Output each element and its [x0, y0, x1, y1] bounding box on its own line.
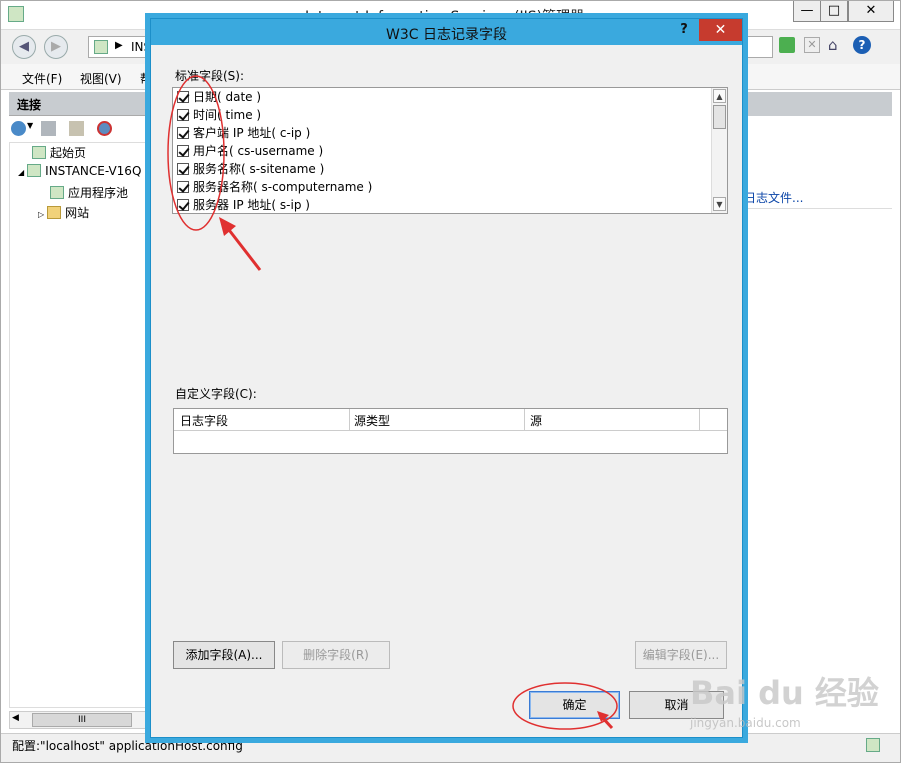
list-vertical-scrollbar[interactable]: ▲ ▼	[711, 88, 727, 213]
checkbox[interactable]	[177, 181, 189, 193]
tree-item-label: INSTANCE-V16Q	[45, 164, 142, 178]
field-checkbox-cs-username[interactable]: 用户名( cs-username )	[177, 142, 323, 160]
custom-table-header: 日志字段 源类型 源	[174, 409, 727, 431]
field-label: 客户端 IP 地址( c-ip )	[193, 126, 311, 140]
column-header-source-type[interactable]: 源类型	[354, 412, 390, 429]
stop-icon[interactable]: ✕	[804, 37, 820, 53]
field-checkbox-time[interactable]: 时间( time )	[177, 106, 261, 124]
tree-item-sites[interactable]: ▷ 网站	[38, 204, 89, 221]
status-server-icon	[866, 738, 880, 752]
field-checkbox-s-sitename[interactable]: 服务名称( s-sitename )	[177, 160, 324, 178]
standard-fields-list[interactable]: 日期( date ) 时间( time ) 客户端 IP 地址( c-ip ) …	[172, 87, 728, 214]
main-close-button[interactable]: ✕	[848, 0, 894, 22]
field-label: 服务器名称( s-computername )	[193, 180, 373, 194]
folder-icon	[47, 206, 62, 219]
scroll-left-icon[interactable]: ◀	[12, 713, 19, 723]
field-label: 时间( time )	[193, 108, 262, 122]
field-checkbox-s-ip[interactable]: 服务器 IP 地址( s-ip )	[177, 196, 310, 213]
column-divider	[524, 409, 525, 431]
tree-item-start-page[interactable]: 起始页	[32, 144, 86, 161]
column-divider	[699, 409, 700, 431]
help-icon[interactable]: ?	[853, 36, 871, 54]
edit-field-button[interactable]: 编辑字段(E)...	[635, 641, 727, 669]
field-label: 服务器 IP 地址( s-ip )	[193, 198, 310, 212]
divider	[744, 208, 892, 209]
horizontal-scrollbar[interactable]: ◀ III	[9, 711, 154, 729]
back-button[interactable]: ◀	[12, 35, 36, 59]
disconnect-icon[interactable]	[97, 121, 112, 136]
server-icon	[94, 40, 108, 54]
custom-fields-table[interactable]: 日志字段 源类型 源	[173, 408, 728, 454]
home-icon[interactable]: ⌂	[828, 36, 838, 54]
checkbox[interactable]	[177, 163, 189, 175]
baidu-watermark: Bai du 经验	[690, 674, 879, 712]
tree-item-label: 应用程序池	[68, 186, 129, 200]
start-page-icon	[32, 146, 46, 159]
checkbox[interactable]	[177, 145, 189, 157]
tree-item-server[interactable]: ◢ INSTANCE-V16Q	[18, 164, 141, 178]
connections-toolbar: ▼	[9, 118, 154, 140]
minimize-button[interactable]: —	[793, 0, 821, 22]
menu-file[interactable]: 文件(F)	[22, 70, 62, 87]
actions-header	[740, 92, 892, 116]
connections-header: 连接	[9, 92, 154, 116]
dialog-close-button[interactable]: ✕	[699, 19, 742, 41]
column-divider	[349, 409, 350, 431]
breadcrumb-arrow-icon: ▶	[115, 40, 123, 51]
checkbox[interactable]	[177, 91, 189, 103]
checkbox[interactable]	[177, 109, 189, 121]
checkbox[interactable]	[177, 127, 189, 139]
dialog-title-bar: W3C 日志记录字段 ? ✕	[151, 19, 742, 45]
add-field-button[interactable]: 添加字段(A)...	[173, 641, 275, 669]
expanded-arrow-icon[interactable]: ◢	[18, 168, 24, 177]
field-checkbox-s-computername[interactable]: 服务器名称( s-computername )	[177, 178, 372, 196]
tree-item-label: 网站	[65, 206, 90, 220]
status-text: 配置:"localhost" applicationHost.config	[12, 739, 243, 753]
connect-icon[interactable]	[11, 121, 26, 136]
log-file-link[interactable]: 日志文件...	[744, 189, 803, 206]
forward-button[interactable]: ▶	[44, 35, 68, 59]
ok-button[interactable]: 确定	[529, 691, 620, 719]
field-label: 日期( date )	[193, 90, 262, 104]
dialog-title: W3C 日志记录字段	[386, 27, 507, 43]
column-header-source[interactable]: 源	[530, 412, 542, 429]
field-checkbox-date[interactable]: 日期( date )	[177, 88, 261, 106]
column-header-log-field[interactable]: 日志字段	[180, 412, 228, 429]
refresh-icon[interactable]	[779, 37, 795, 53]
field-checkbox-c-ip[interactable]: 客户端 IP 地址( c-ip )	[177, 124, 310, 142]
tree-item-app-pools[interactable]: 应用程序池	[50, 184, 128, 201]
maximize-button[interactable]: □	[820, 0, 848, 22]
watermark-url: jingyan.baidu.com	[690, 716, 801, 730]
dropdown-arrow-icon[interactable]: ▼	[27, 121, 33, 130]
scroll-thumb[interactable]	[713, 105, 726, 129]
collapsed-arrow-icon[interactable]: ▷	[38, 210, 44, 219]
scroll-up-icon[interactable]: ▲	[713, 89, 726, 103]
address-text: INS	[131, 40, 152, 54]
connections-tree: 起始页 ◢ INSTANCE-V16Q 应用程序池 ▷ 网站	[9, 142, 154, 708]
w3c-logging-fields-dialog: W3C 日志记录字段 ? ✕ 标准字段(S): 日期( date ) 时间( t…	[150, 18, 743, 738]
field-label: 用户名( cs-username )	[193, 144, 324, 158]
app-pool-icon	[50, 186, 64, 199]
menu-view[interactable]: 视图(V)	[80, 70, 122, 87]
standard-fields-label: 标准字段(S):	[175, 69, 245, 83]
field-label: 服务名称( s-sitename )	[193, 162, 325, 176]
custom-fields-label: 自定义字段(C):	[175, 387, 257, 401]
tree-item-label: 起始页	[50, 146, 87, 160]
up-level-icon[interactable]	[69, 121, 84, 136]
checkbox[interactable]	[177, 199, 189, 211]
scroll-thumb[interactable]: III	[32, 713, 132, 727]
dialog-help-button[interactable]: ?	[670, 19, 698, 41]
iis-app-icon	[8, 6, 24, 22]
save-icon[interactable]	[41, 121, 56, 136]
delete-field-button[interactable]: 删除字段(R)	[282, 641, 390, 669]
scroll-down-icon[interactable]: ▼	[713, 197, 726, 211]
server-icon	[27, 164, 42, 177]
actions-panel	[740, 118, 892, 708]
